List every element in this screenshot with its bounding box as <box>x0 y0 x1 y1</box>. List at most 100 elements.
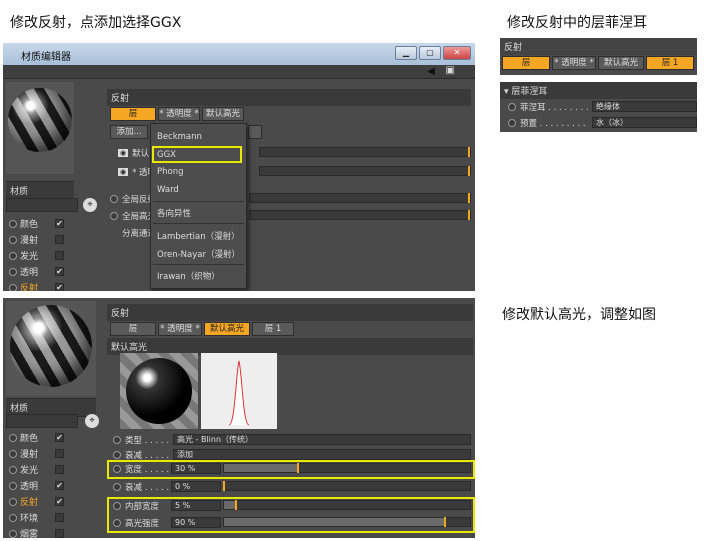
radio-icon[interactable] <box>110 212 118 220</box>
fresnel-header[interactable]: ▾ 层菲涅耳 <box>500 82 697 99</box>
channel-checkbox[interactable]: ✔ <box>55 497 64 506</box>
channel-2[interactable]: 发光 <box>9 249 64 262</box>
preview-sphere <box>8 88 72 152</box>
material-name-field[interactable] <box>6 198 78 212</box>
tab-default-specular[interactable]: 默认高光 <box>598 56 644 70</box>
tab-layer[interactable]: 层 <box>502 56 550 70</box>
channel-checkbox[interactable] <box>55 449 64 458</box>
channel-0[interactable]: 颜色 ✔ <box>9 217 64 230</box>
transparency-layer-slider[interactable] <box>259 166 471 176</box>
radio-icon[interactable] <box>9 465 17 474</box>
add-button[interactable]: 添加... <box>110 125 148 139</box>
radio-icon[interactable] <box>113 436 121 444</box>
tab-layer-1[interactable]: 层 1 <box>646 56 694 70</box>
global-reflection-slider[interactable] <box>249 193 471 203</box>
radio-icon[interactable] <box>508 103 516 111</box>
channel-label: 透明 <box>20 482 39 492</box>
tab-layer[interactable]: 层 <box>110 322 156 336</box>
radio-icon[interactable] <box>9 513 17 522</box>
channel-label: 反射 <box>20 498 39 508</box>
radio-icon[interactable] <box>508 119 516 127</box>
radio-icon[interactable] <box>9 449 17 458</box>
menu-item-oren-nayar[interactable]: Oren-Nayar（漫射） <box>157 248 240 260</box>
channel-checkbox[interactable]: ✔ <box>55 219 64 228</box>
eye-icon[interactable]: ◉ <box>118 149 129 157</box>
tab-transparency[interactable]: * 透明度 * <box>158 322 202 336</box>
window-titlebar: 材质编辑器 ▁ ▢ ✕ <box>3 43 475 65</box>
minimize-button[interactable]: ▁ <box>395 46 417 60</box>
menu-item-beckmann[interactable]: Beckmann <box>157 132 202 142</box>
channel-checkbox[interactable]: ✔ <box>55 267 64 276</box>
radio-icon[interactable] <box>113 451 121 459</box>
row-default-label: 默认 <box>132 149 150 159</box>
pick-icon[interactable]: ⌖ <box>83 198 97 212</box>
window-title: 材质编辑器 <box>21 52 71 63</box>
radio-icon[interactable] <box>9 267 17 276</box>
menu-item-phong[interactable]: Phong <box>157 167 184 177</box>
radio-icon[interactable] <box>9 235 17 244</box>
menu-item-ward[interactable]: Ward <box>157 185 179 195</box>
param-value-field[interactable]: 0 % <box>171 481 221 492</box>
ggx-highlight <box>152 146 242 163</box>
lock-icon[interactable]: ▣ <box>446 65 455 76</box>
material-editor-top: 材质编辑器 ▁ ▢ ✕ ◀ ▣ 材质 ⌖ 颜色✔漫射发光透明✔反射✔环境烟雾 反… <box>3 43 475 291</box>
tab-default-specular[interactable]: 默认高光 <box>202 107 244 121</box>
attenuation-select[interactable]: 添加 <box>173 449 471 460</box>
material-name-field[interactable] <box>6 414 78 428</box>
channel-0[interactable]: 颜色 ✔ <box>9 431 64 444</box>
type-select[interactable]: 高光 - Blinn（传统） <box>173 434 471 445</box>
caption-top-right: 修改反射中的层菲涅耳 <box>507 15 647 31</box>
radio-icon[interactable] <box>9 283 17 291</box>
default-layer-slider[interactable] <box>259 147 471 157</box>
channel-checkbox[interactable] <box>55 235 64 244</box>
fresnel-select[interactable]: 绝缘体 <box>592 101 697 112</box>
channel-3[interactable]: 透明 ✔ <box>9 265 64 278</box>
tab-transparency[interactable]: * 透明度 * <box>552 56 596 70</box>
close-button[interactable]: ✕ <box>443 46 471 60</box>
menu-item-anisotropic[interactable]: 各向异性 <box>157 207 191 219</box>
menu-divider <box>153 223 244 224</box>
channel-5[interactable]: 环境 <box>9 511 64 524</box>
channel-1[interactable]: 漫射 <box>9 447 64 460</box>
channel-1[interactable]: 漫射 <box>9 233 64 246</box>
channel-4[interactable]: 反射 ✔ <box>9 281 64 291</box>
pick-icon[interactable]: ⌖ <box>85 414 99 428</box>
material-preview <box>6 82 74 174</box>
radio-icon[interactable] <box>110 195 118 203</box>
param-slider[interactable] <box>223 481 471 491</box>
channel-4[interactable]: 反射 ✔ <box>9 495 64 508</box>
eye-icon[interactable]: ◉ <box>118 168 129 176</box>
param-label: 衰减 . . . . . <box>125 483 170 493</box>
tab-default-specular[interactable]: 默认高光 <box>204 322 250 336</box>
channel-2[interactable]: 发光 <box>9 463 64 476</box>
nav-back-icon[interactable]: ◀ <box>427 66 435 77</box>
menu-item-irawan[interactable]: Irawan（织物） <box>157 270 220 282</box>
radio-icon[interactable] <box>9 251 17 260</box>
channel-3[interactable]: 透明 ✔ <box>9 479 64 492</box>
channel-checkbox[interactable] <box>55 251 64 260</box>
radio-icon[interactable] <box>9 497 17 506</box>
tab-layer-1[interactable]: 层 1 <box>252 322 294 336</box>
channel-6[interactable]: 烟雾 <box>9 527 64 538</box>
row-default-layer: ◉ 默认 <box>118 147 149 159</box>
channel-checkbox[interactable]: ✔ <box>55 283 64 291</box>
global-specular-slider[interactable] <box>249 210 471 220</box>
channel-checkbox[interactable] <box>55 529 64 538</box>
radio-icon[interactable] <box>9 219 17 228</box>
channel-checkbox[interactable] <box>55 465 64 474</box>
maximize-button[interactable]: ▢ <box>419 46 441 60</box>
channel-checkbox[interactable] <box>55 513 64 522</box>
radio-icon[interactable] <box>9 433 17 442</box>
row-type: 类型 . . . . . <box>113 434 169 446</box>
radio-icon[interactable] <box>9 529 17 538</box>
inner-width-highlight <box>107 497 475 533</box>
tab-transparency[interactable]: * 透明度 * <box>158 107 200 121</box>
menu-item-lambertian[interactable]: Lambertian（漫射） <box>157 230 240 242</box>
channel-checkbox[interactable]: ✔ <box>55 433 64 442</box>
remove-button[interactable] <box>248 125 262 139</box>
tab-layer[interactable]: 层 <box>110 107 156 121</box>
channel-checkbox[interactable]: ✔ <box>55 481 64 490</box>
radio-icon[interactable] <box>113 483 121 491</box>
preset-select[interactable]: 水（冰） <box>592 117 697 128</box>
radio-icon[interactable] <box>9 481 17 490</box>
